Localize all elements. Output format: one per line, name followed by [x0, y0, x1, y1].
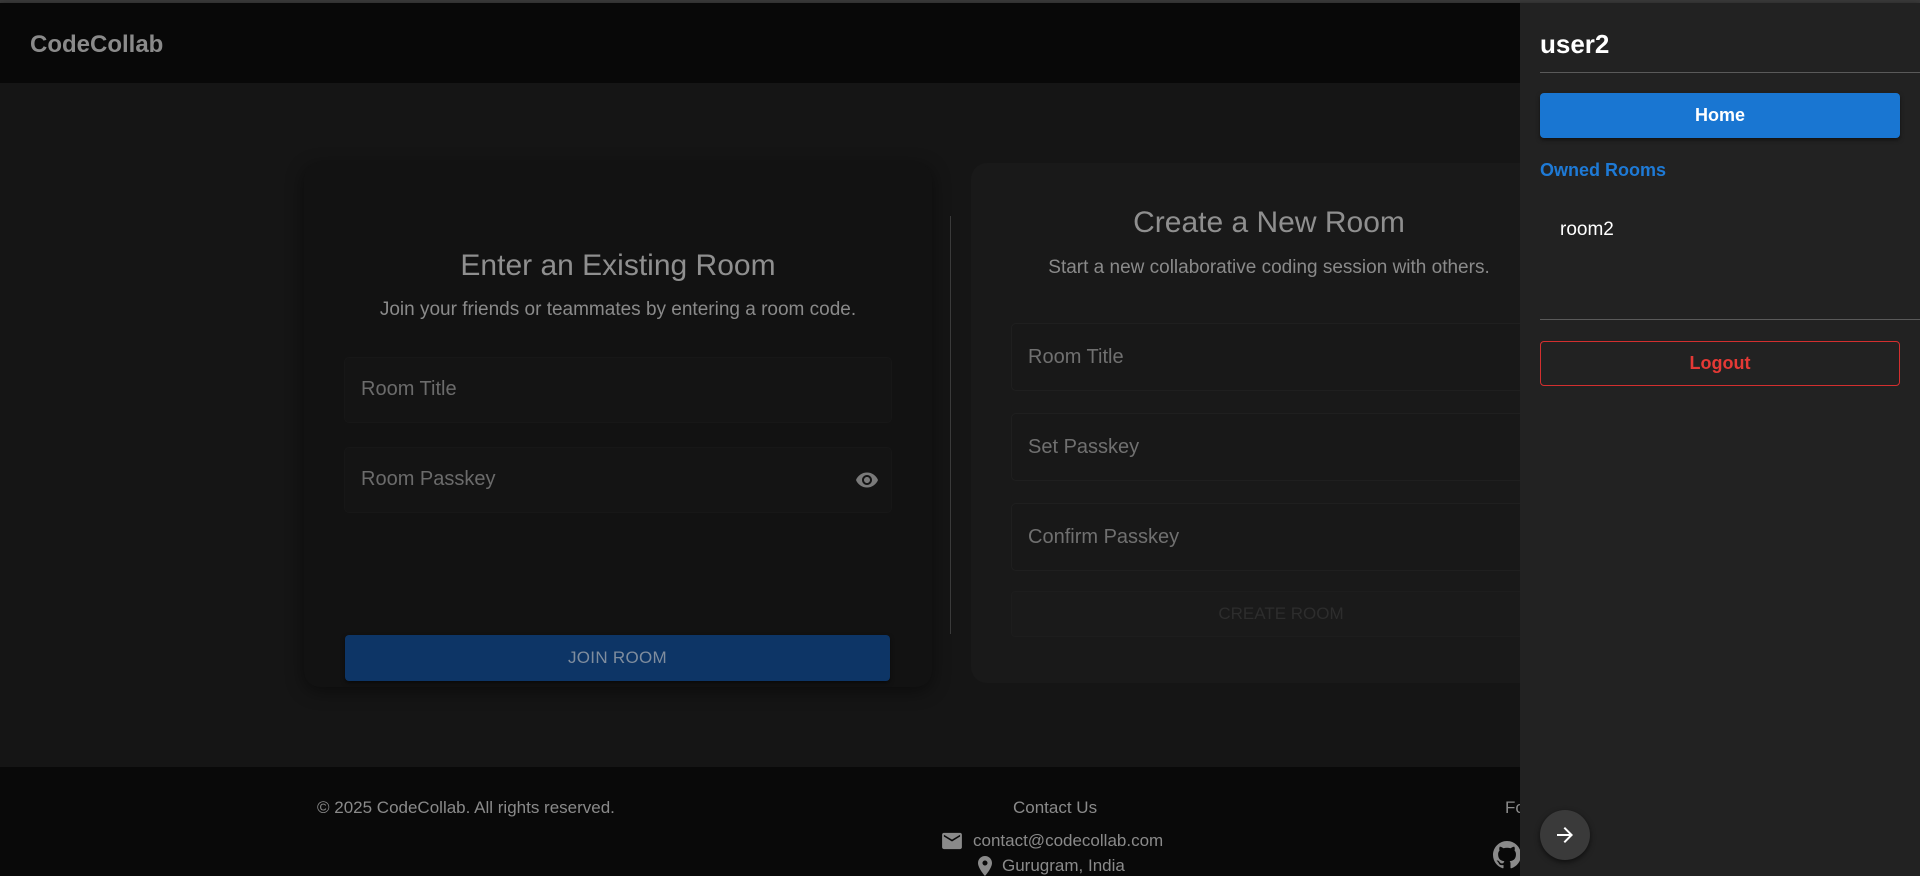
logout-button[interactable]: Logout — [1540, 341, 1900, 386]
set-passkey-input[interactable]: Set Passkey — [1011, 413, 1551, 481]
footer-location: Gurugram, India — [978, 856, 1125, 876]
drawer-username: user2 — [1540, 29, 1610, 59]
footer-contact-title: Contact Us — [1013, 798, 1098, 817]
join-room-title: Enter an Existing Room — [460, 249, 776, 282]
github-icon[interactable] — [1493, 841, 1521, 869]
home-button[interactable]: Home — [1540, 93, 1900, 138]
join-room-passkey-input[interactable]: Room Passkey — [344, 447, 892, 513]
drawer-divider-top — [1540, 72, 1920, 73]
visibility-icon[interactable] — [853, 468, 881, 492]
footer-email[interactable]: contact@codecollab.com — [941, 831, 1163, 851]
confirm-passkey-input[interactable]: Confirm Passkey — [1011, 503, 1551, 571]
create-room-subtitle: Start a new collaborative coding session… — [1048, 257, 1490, 278]
footer-copyright: © 2025 CodeCollab. All rights reserved. — [317, 798, 615, 817]
join-room-button[interactable]: JOIN ROOM — [345, 635, 890, 681]
owned-room-item[interactable]: room2 — [1560, 219, 1614, 241]
owned-rooms-title: Owned Rooms — [1540, 160, 1667, 180]
create-room-card: Create a New Room Start a new collaborat… — [971, 163, 1571, 683]
create-room-title-placeholder: Room Title — [1028, 346, 1124, 368]
location-icon — [978, 856, 992, 876]
join-room-card: Enter an Existing Room Join your friends… — [304, 163, 932, 687]
brand-logo[interactable]: CodeCollab — [30, 31, 163, 59]
join-room-title-input[interactable]: Room Title — [344, 357, 892, 423]
join-room-subtitle: Join your friends or teammates by enteri… — [379, 299, 857, 320]
create-room-title: Create a New Room — [1133, 206, 1405, 239]
set-passkey-placeholder: Set Passkey — [1028, 436, 1140, 458]
create-room-button[interactable]: CREATE ROOM — [1011, 591, 1551, 637]
join-room-title-placeholder: Room Title — [361, 378, 457, 400]
vertical-divider — [950, 216, 951, 634]
user-drawer: user2 Home Owned Rooms room2 Logout — [1520, 3, 1920, 876]
confirm-passkey-placeholder: Confirm Passkey — [1028, 526, 1180, 548]
join-room-passkey-placeholder: Room Passkey — [361, 468, 496, 490]
drawer-divider-bottom — [1540, 319, 1920, 320]
close-drawer-button[interactable] — [1540, 810, 1590, 860]
arrow-right-icon — [1557, 827, 1573, 843]
email-icon — [942, 832, 962, 850]
create-room-title-input[interactable]: Room Title — [1011, 323, 1551, 391]
footer-location-text: Gurugram, India — [1002, 856, 1125, 875]
footer-email-text[interactable]: contact@codecollab.com — [973, 831, 1163, 851]
